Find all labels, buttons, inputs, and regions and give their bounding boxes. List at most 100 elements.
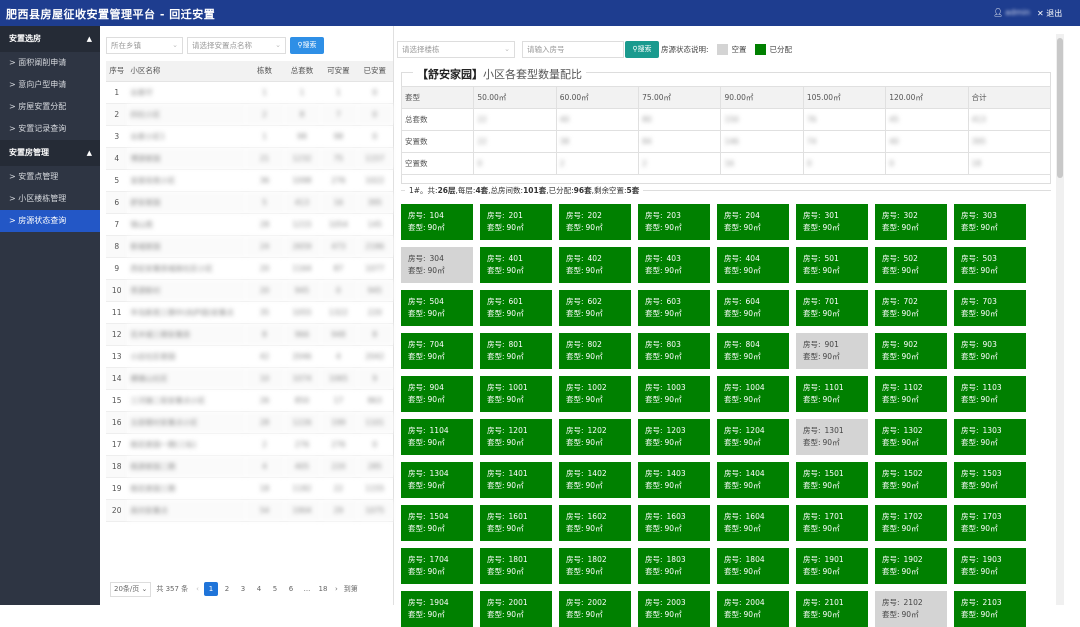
room-cell[interactable]: 房号: 1801 套型: 90㎡	[480, 548, 552, 584]
room-cell[interactable]: 房号: 2101 套型: 90㎡	[796, 591, 868, 627]
table-row[interactable]: 5 宜居佳苑小区 36 1098 276 1022	[106, 169, 393, 192]
room-cell[interactable]: 房号: 402 套型: 90㎡	[559, 247, 631, 283]
room-cell[interactable]: 房号: 401 套型: 90㎡	[480, 247, 552, 283]
room-cell[interactable]: 房号: 502 套型: 90㎡	[875, 247, 947, 283]
room-cell[interactable]: 房号: 1702 套型: 90㎡	[875, 505, 947, 541]
room-cell[interactable]: 房号: 1601 套型: 90㎡	[480, 505, 552, 541]
room-cell[interactable]: 房号: 501 套型: 90㎡	[796, 247, 868, 283]
sidebar-group-housing[interactable]: 安置房管理 ▲	[0, 140, 100, 166]
room-cell[interactable]: 房号: 804 套型: 90㎡	[717, 333, 789, 369]
room-cell[interactable]: 房号: 802 套型: 90㎡	[559, 333, 631, 369]
room-cell[interactable]: 房号: 702 套型: 90㎡	[875, 290, 947, 326]
room-cell[interactable]: 房号: 301 套型: 90㎡	[796, 204, 868, 240]
room-cell[interactable]: 房号: 1401 套型: 90㎡	[480, 462, 552, 498]
room-cell[interactable]: 房号: 1102 套型: 90㎡	[875, 376, 947, 412]
room-cell[interactable]: 房号: 1704 套型: 90㎡	[401, 548, 473, 584]
building-select[interactable]: 请选择楼栋 ⌄	[397, 41, 515, 58]
room-cell[interactable]: 房号: 1201 套型: 90㎡	[480, 419, 552, 455]
page-button[interactable]: 6	[284, 582, 298, 596]
room-cell[interactable]: 房号: 304 套型: 90㎡	[401, 247, 473, 283]
sidebar-group-selection[interactable]: 安置选房 ▲	[0, 26, 100, 52]
table-row[interactable]: 10 思源新村 20 945 0 945	[106, 279, 393, 302]
table-row[interactable]: 4 博源家园 21 1232 75 1157	[106, 147, 393, 170]
room-cell[interactable]: 房号: 803 套型: 90㎡	[638, 333, 710, 369]
room-cell[interactable]: 房号: 603 套型: 90㎡	[638, 290, 710, 326]
scrollbar-thumb[interactable]	[1057, 38, 1063, 178]
room-cell[interactable]: 房号: 1303 套型: 90㎡	[954, 419, 1026, 455]
room-cell[interactable]: 房号: 1104 套型: 90㎡	[401, 419, 473, 455]
room-cell[interactable]: 房号: 1604 套型: 90㎡	[717, 505, 789, 541]
room-cell[interactable]: 房号: 2003 套型: 90㎡	[638, 591, 710, 627]
room-cell[interactable]: 房号: 801 套型: 90㎡	[480, 333, 552, 369]
room-cell[interactable]: 房号: 602 套型: 90㎡	[559, 290, 631, 326]
room-cell[interactable]: 房号: 1701 套型: 90㎡	[796, 505, 868, 541]
sidebar-item-intent-apply[interactable]: > 意向户型申请	[0, 74, 100, 96]
prev-page-icon[interactable]: ‹	[196, 585, 199, 593]
table-row[interactable]: 14 横塘山社区 10 1074 1065 9	[106, 367, 393, 390]
room-cell[interactable]: 房号: 604 套型: 90㎡	[717, 290, 789, 326]
room-cell[interactable]: 房号: 302 套型: 90㎡	[875, 204, 947, 240]
room-cell[interactable]: 房号: 1304 套型: 90㎡	[401, 462, 473, 498]
room-cell[interactable]: 房号: 1901 套型: 90㎡	[796, 548, 868, 584]
room-cell[interactable]: 房号: 2004 套型: 90㎡	[717, 591, 789, 627]
table-row[interactable]: 8 新城家园 24 2659 473 2186	[106, 235, 393, 258]
room-cell[interactable]: 房号: 2102 套型: 90㎡	[875, 591, 947, 627]
page-button[interactable]: 1	[203, 582, 218, 596]
room-search-button[interactable]: ⚲搜索	[625, 41, 659, 58]
page-button[interactable]: 18	[316, 582, 330, 596]
room-cell[interactable]: 房号: 404 套型: 90㎡	[717, 247, 789, 283]
room-cell[interactable]: 房号: 1003 套型: 90㎡	[638, 376, 710, 412]
table-row[interactable]: 16 五层楼村安置点小区 28 1226 199 1101	[106, 411, 393, 434]
table-row[interactable]: 11 半岛新苑三期中(尚庐园)安置点 35 1055 1322 220	[106, 301, 393, 324]
room-cell[interactable]: 房号: 703 套型: 90㎡	[954, 290, 1026, 326]
room-cell[interactable]: 房号: 902 套型: 90㎡	[875, 333, 947, 369]
sidebar-item-sites[interactable]: > 安置点管理	[0, 166, 100, 188]
room-cell[interactable]: 房号: 1101 套型: 90㎡	[796, 376, 868, 412]
room-cell[interactable]: 房号: 1001 套型: 90㎡	[480, 376, 552, 412]
room-cell[interactable]: 房号: 1804 套型: 90㎡	[717, 548, 789, 584]
sidebar-item-area-apply[interactable]: > 面积阐削申请	[0, 52, 100, 74]
room-cell[interactable]: 房号: 1802 套型: 90㎡	[559, 548, 631, 584]
room-cell[interactable]: 房号: 1204 套型: 90㎡	[717, 419, 789, 455]
room-cell[interactable]: 房号: 503 套型: 90㎡	[954, 247, 1026, 283]
room-cell[interactable]: 房号: 1404 套型: 90㎡	[717, 462, 789, 498]
table-row[interactable]: 18 桃源家园二期 4 405 220 285	[106, 455, 393, 478]
table-row[interactable]: 17 桃花家园一期(三标) 2 276 276 0	[106, 433, 393, 456]
room-cell[interactable]: 房号: 203 套型: 90㎡	[638, 204, 710, 240]
page-size-select[interactable]: 20条/页 ⌄	[110, 581, 152, 597]
page-button[interactable]: 3	[236, 582, 250, 596]
room-cell[interactable]: 房号: 204 套型: 90㎡	[717, 204, 789, 240]
room-cell[interactable]: 房号: 1301 套型: 90㎡	[796, 419, 868, 455]
table-row[interactable]: 6 舒安家园 5 413 16 395	[106, 191, 393, 214]
room-cell[interactable]: 房号: 1004 套型: 90㎡	[717, 376, 789, 412]
site-select[interactable]: 请选择安置点名称 ⌄	[187, 37, 286, 54]
room-cell[interactable]: 房号: 1501 套型: 90㎡	[796, 462, 868, 498]
table-row[interactable]: 1 谷家圩 1 1 1 0	[106, 81, 393, 104]
room-cell[interactable]: 房号: 1402 套型: 90㎡	[559, 462, 631, 498]
room-cell[interactable]: 房号: 1602 套型: 90㎡	[559, 505, 631, 541]
table-row[interactable]: 13 小店社区家园 42 2046 4 2042	[106, 345, 393, 368]
room-cell[interactable]: 房号: 1203 套型: 90㎡	[638, 419, 710, 455]
room-cell[interactable]: 房号: 1803 套型: 90㎡	[638, 548, 710, 584]
room-cell[interactable]: 房号: 202 套型: 90㎡	[559, 204, 631, 240]
room-cell[interactable]: 房号: 1403 套型: 90㎡	[638, 462, 710, 498]
user-menu[interactable]: 👤︎ admin	[993, 8, 1030, 17]
room-cell[interactable]: 房号: 1202 套型: 90㎡	[559, 419, 631, 455]
page-button[interactable]: 4	[252, 582, 266, 596]
table-row[interactable]: 19 桃花家园三期 18 1182 22 1155	[106, 477, 393, 500]
room-cell[interactable]: 房号: 303 套型: 90㎡	[954, 204, 1026, 240]
room-cell[interactable]: 房号: 504 套型: 90㎡	[401, 290, 473, 326]
room-cell[interactable]: 房号: 1904 套型: 90㎡	[401, 591, 473, 627]
room-cell[interactable]: 房号: 701 套型: 90㎡	[796, 290, 868, 326]
room-cell[interactable]: 房号: 1302 套型: 90㎡	[875, 419, 947, 455]
room-cell[interactable]: 房号: 601 套型: 90㎡	[480, 290, 552, 326]
sidebar-item-allocation[interactable]: > 房屋安置分配	[0, 96, 100, 118]
sidebar-item-room-status[interactable]: > 房源状态查询	[0, 210, 100, 232]
room-cell[interactable]: 房号: 2001 套型: 90㎡	[480, 591, 552, 627]
sidebar-item-buildings[interactable]: > 小区楼栋管理	[0, 188, 100, 210]
room-input[interactable]: 请输入房号	[522, 41, 624, 58]
room-cell[interactable]: 房号: 1603 套型: 90㎡	[638, 505, 710, 541]
room-cell[interactable]: 房号: 403 套型: 90㎡	[638, 247, 710, 283]
room-cell[interactable]: 房号: 903 套型: 90㎡	[954, 333, 1026, 369]
room-cell[interactable]: 房号: 1703 套型: 90㎡	[954, 505, 1026, 541]
